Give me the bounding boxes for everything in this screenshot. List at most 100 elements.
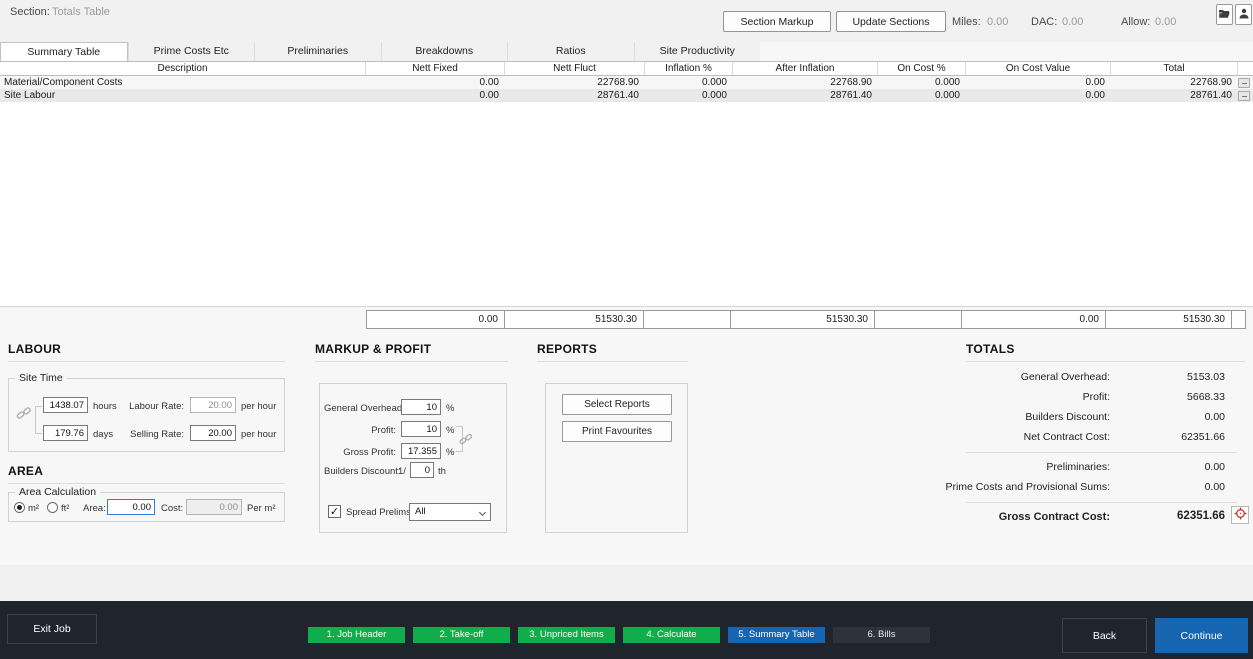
row-description: Site Labour [0, 90, 366, 101]
general-overhead-suffix: % [446, 403, 454, 414]
tab-breakdowns[interactable]: Breakdowns [381, 42, 508, 61]
row-on-cost-pct: 0.000 [878, 90, 966, 101]
print-favourites-button[interactable]: Print Favourites [562, 421, 672, 442]
select-reports-button[interactable]: Select Reports [562, 394, 672, 415]
row-options-button[interactable] [1238, 78, 1250, 88]
folder-button[interactable] [1216, 4, 1233, 25]
grid-header-row: Description Nett Fixed Nett Fluct Inflat… [0, 61, 1253, 76]
site-days-input[interactable] [43, 425, 88, 441]
selling-rate-label: Selling Rate: [104, 429, 184, 440]
selling-rate-input[interactable] [190, 425, 236, 441]
totals-builders-discount-value: 0.00 [1125, 411, 1225, 423]
row-options-button[interactable] [1238, 91, 1250, 101]
totals-end-cell [1231, 310, 1246, 329]
chain-link-icon [459, 432, 473, 451]
tab-prime-costs-etc[interactable]: Prime Costs Etc [128, 42, 255, 61]
site-hours-input[interactable] [43, 397, 88, 413]
area-section-title: AREA [8, 464, 43, 478]
dac-value: 0.00 [1062, 16, 1083, 28]
chevron-down-icon [479, 509, 486, 516]
row-nett-fixed: 0.00 [366, 90, 505, 101]
dac-label: DAC: [1031, 16, 1057, 28]
labour-rate-suffix-label: per hour [241, 401, 276, 412]
totals-nett-fixed: 0.00 [366, 310, 505, 329]
builders-discount-suffix: th [438, 466, 446, 477]
labour-section-title: LABOUR [8, 342, 61, 356]
tab-preliminaries[interactable]: Preliminaries [254, 42, 381, 61]
row-on-cost-pct: 0.000 [878, 77, 966, 88]
totals-after-inflation: 51530.30 [730, 310, 875, 329]
col-header-nett-fixed: Nett Fixed [366, 62, 505, 75]
col-header-inflation-pct: Inflation % [645, 62, 733, 75]
table-row[interactable]: Material/Component Costs 0.00 22768.90 0… [0, 76, 1253, 89]
builders-discount-input[interactable] [410, 462, 434, 478]
general-overhead-input[interactable] [401, 399, 441, 415]
section-markup-button[interactable]: Section Markup [723, 11, 831, 32]
totals-net-contract-cost-value: 62351.66 [1125, 431, 1225, 443]
tab-ratios[interactable]: Ratios [507, 42, 634, 61]
step-job-header[interactable]: 1. Job Header [308, 627, 405, 643]
step-unpriced-items[interactable]: 3. Unpriced Items [518, 627, 615, 643]
totals-general-overhead-label: General Overhead: [940, 371, 1110, 383]
row-nett-fluct: 22768.90 [505, 77, 645, 88]
spread-prelims-checkbox[interactable] [328, 505, 341, 518]
totals-builders-discount-label: Builders Discount: [940, 411, 1110, 423]
step-bills[interactable]: 6. Bills [833, 627, 930, 643]
unit-m2-radio[interactable] [14, 502, 25, 513]
row-total: 22768.90 [1111, 77, 1238, 88]
reports-section-rule [537, 361, 688, 362]
grid-totals-bar: 0.00 51530.30 51530.30 0.00 51530.30 [366, 310, 1246, 329]
col-header-total: Total [1111, 62, 1238, 75]
row-inflation-pct: 0.000 [645, 77, 733, 88]
totals-nett-fluct: 51530.30 [504, 310, 644, 329]
row-nett-fixed: 0.00 [366, 77, 505, 88]
area-label: Area: [83, 503, 106, 514]
col-header-on-cost-value: On Cost Value [966, 62, 1111, 75]
profit-label: Profit: [324, 425, 396, 436]
totals-profit-value: 5668.33 [1125, 391, 1225, 403]
target-icon [1234, 507, 1247, 523]
row-after-inflation: 28761.40 [733, 90, 878, 101]
update-sections-button[interactable]: Update Sections [836, 11, 946, 32]
cost-label: Cost: [161, 503, 183, 514]
site-time-group-title: Site Time [15, 372, 67, 384]
col-header-nett-fluct: Nett Fluct [505, 62, 645, 75]
table-row[interactable]: Site Labour 0.00 28761.40 0.000 28761.40… [0, 89, 1253, 102]
row-total: 28761.40 [1111, 90, 1238, 101]
tab-site-productivity[interactable]: Site Productivity [634, 42, 761, 61]
workflow-steps: 1. Job Header 2. Take-off 3. Unpriced It… [308, 627, 930, 643]
tab-summary-table[interactable]: Summary Table [0, 42, 128, 61]
totals-prime-costs-label: Prime Costs and Provisional Sums: [940, 481, 1110, 493]
back-button[interactable]: Back [1062, 618, 1147, 653]
reports-groupbox: Select Reports Print Favourites [545, 383, 688, 533]
user-button[interactable] [1235, 4, 1252, 25]
step-calculate[interactable]: 4. Calculate [623, 627, 720, 643]
totals-on-cost-pct [874, 310, 962, 329]
totals-general-overhead-value: 5153.03 [1125, 371, 1225, 383]
exit-job-button[interactable]: Exit Job [7, 614, 97, 644]
continue-button[interactable]: Continue [1155, 618, 1248, 653]
totals-section-rule [966, 361, 1245, 362]
cost-suffix-label: Per m² [247, 503, 276, 514]
hours-days-link-bracket [35, 406, 42, 434]
miles-label: Miles: [952, 16, 981, 28]
step-take-off[interactable]: 2. Take-off [413, 627, 510, 643]
profit-suffix: % [446, 425, 454, 436]
gross-contract-cost-value: 62351.66 [1125, 510, 1225, 522]
totals-section-title: TOTALS [966, 342, 1015, 356]
unit-ft2-radio[interactable] [47, 502, 58, 513]
bottom-strip [0, 565, 1253, 601]
section-label: Section: [10, 6, 50, 18]
profit-input[interactable] [401, 421, 441, 437]
selling-rate-suffix-label: per hour [241, 429, 276, 440]
recalculate-target-button[interactable] [1231, 506, 1249, 524]
row-after-inflation: 22768.90 [733, 77, 878, 88]
row-description: Material/Component Costs [0, 77, 366, 88]
area-input[interactable] [107, 499, 155, 515]
reports-section-title: REPORTS [537, 342, 597, 356]
spread-prelims-select[interactable]: All [409, 503, 491, 521]
step-summary-table[interactable]: 5. Summary Table [728, 627, 825, 643]
summary-grid: Description Nett Fixed Nett Fluct Inflat… [0, 61, 1253, 307]
gross-profit-input[interactable] [401, 443, 441, 459]
footer-bar: Exit Job 1. Job Header 2. Take-off 3. Un… [0, 601, 1253, 659]
